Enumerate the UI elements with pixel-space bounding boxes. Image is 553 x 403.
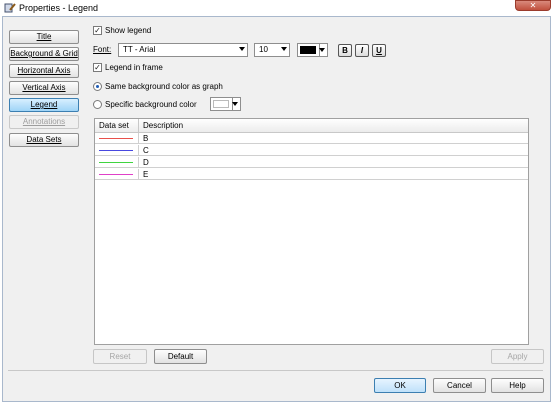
sidebar-item-annotations[interactable]: Annotations [9, 115, 79, 129]
same-background-label: Same background color as graph [105, 82, 223, 91]
font-size-value: 10 [259, 45, 268, 54]
legend-in-frame-label: Legend in frame [105, 63, 163, 72]
chevron-down-icon [281, 47, 287, 51]
show-legend-label: Show legend [105, 26, 152, 35]
series-line-swatch [99, 162, 133, 163]
show-legend-checkbox[interactable]: ✓ [93, 26, 102, 35]
help-button[interactable]: Help [491, 378, 544, 393]
sidebar-item-horizontal-axis[interactable]: Horizontal Axis [9, 64, 79, 78]
window-title: Properties - Legend [19, 3, 99, 13]
row-description: C [143, 146, 149, 155]
color-swatch [300, 46, 316, 54]
color-swatch [213, 100, 229, 108]
sidebar-item-data-sets[interactable]: Data Sets [9, 133, 79, 147]
apply-button[interactable]: Apply [491, 349, 544, 364]
specific-background-label: Specific background color [105, 100, 197, 109]
column-header-data-set[interactable]: Data set [95, 119, 139, 133]
close-icon: ✕ [529, 1, 537, 10]
font-color-picker[interactable] [297, 43, 328, 57]
chevron-down-icon [232, 102, 238, 106]
app-icon [4, 3, 16, 13]
chevron-down-icon [239, 47, 245, 51]
font-select[interactable]: TT - Arial [118, 43, 248, 57]
bold-button[interactable]: B [338, 44, 352, 57]
row-description: D [143, 158, 149, 167]
sidebar-item-background-grid[interactable]: Background & Grid [9, 47, 79, 61]
row-description: E [143, 170, 149, 179]
font-size-select[interactable]: 10 [254, 43, 290, 57]
series-line-swatch [99, 138, 133, 139]
background-color-picker[interactable] [210, 97, 241, 111]
sidebar-item-legend[interactable]: Legend [9, 98, 79, 112]
close-button[interactable]: ✕ [515, 0, 551, 11]
specific-background-radio[interactable] [93, 100, 102, 109]
table-row[interactable]: B [95, 133, 528, 144]
cancel-button[interactable]: Cancel [433, 378, 486, 393]
chevron-down-icon [319, 48, 325, 52]
underline-button[interactable]: U [372, 44, 386, 57]
default-button[interactable]: Default [154, 349, 207, 364]
sidebar-item-vertical-axis[interactable]: Vertical Axis [9, 81, 79, 95]
table-row[interactable]: C [95, 145, 528, 156]
series-line-swatch [99, 174, 133, 175]
legend-table: Data set Description B C D E [94, 118, 529, 345]
divider [8, 370, 543, 371]
series-line-swatch [99, 150, 133, 151]
legend-in-frame-checkbox[interactable]: ✓ [93, 63, 102, 72]
row-description: B [143, 134, 149, 143]
font-select-value: TT - Arial [123, 45, 156, 54]
italic-button[interactable]: I [355, 44, 369, 57]
ok-button[interactable]: OK [374, 378, 426, 393]
table-row[interactable]: D [95, 157, 528, 168]
same-background-radio[interactable] [93, 82, 102, 91]
reset-button[interactable]: Reset [93, 349, 147, 364]
table-row[interactable]: E [95, 169, 528, 180]
column-header-description[interactable]: Description [139, 119, 528, 133]
font-label: Font: [93, 45, 112, 54]
sidebar-item-title[interactable]: Title [9, 30, 79, 44]
